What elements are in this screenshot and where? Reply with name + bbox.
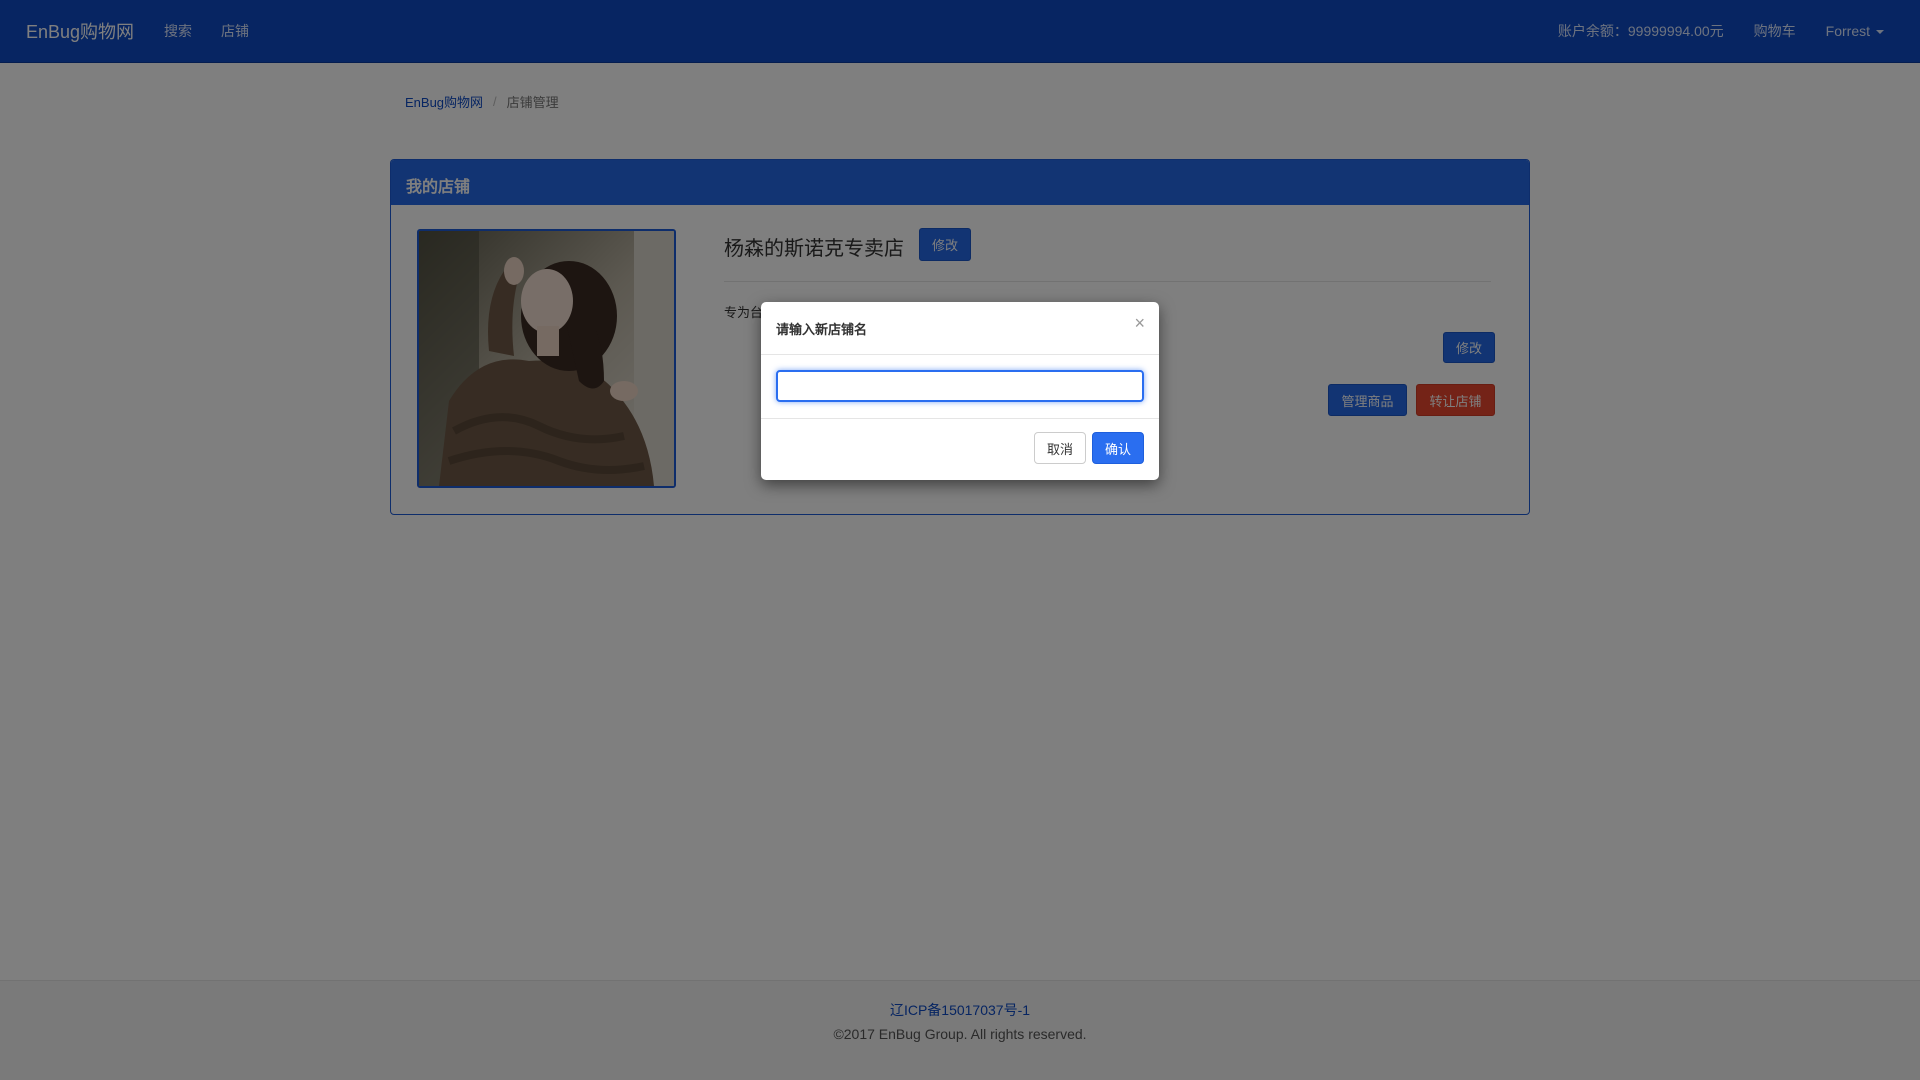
modal-title: 请输入新店铺名 (776, 321, 868, 337)
cancel-button[interactable]: 取消 (1034, 432, 1086, 464)
modal-backdrop[interactable] (0, 0, 1920, 1080)
modal-footer: 取消 确认 (761, 419, 1159, 479)
confirm-button[interactable]: 确认 (1092, 432, 1144, 464)
modal-header: 请输入新店铺名 × (761, 302, 1159, 355)
rename-shop-dialog: 请输入新店铺名 × 取消 确认 (761, 302, 1159, 480)
new-shop-name-input[interactable] (776, 370, 1144, 402)
close-icon[interactable]: × (1134, 314, 1145, 332)
modal-body (761, 355, 1159, 419)
